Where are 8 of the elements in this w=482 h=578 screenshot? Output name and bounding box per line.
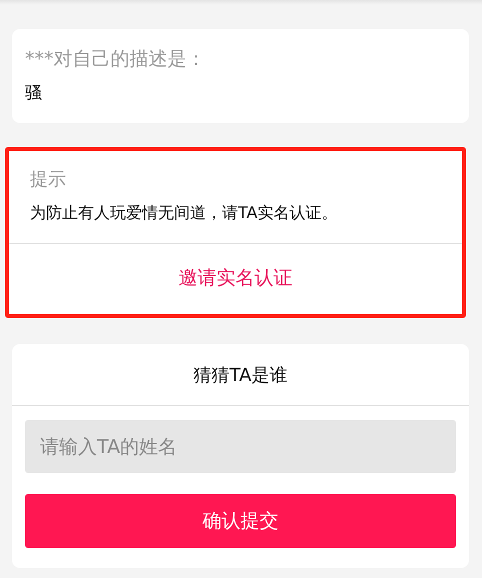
notice-message: 为防止有人玩爱情无间道，请TA实名认证。: [30, 202, 338, 224]
name-input-field[interactable]: 请输入TA的姓名: [25, 420, 456, 473]
submit-button[interactable]: 确认提交: [25, 494, 456, 548]
description-text: 骚: [25, 82, 43, 105]
description-label: ***对自己的描述是：: [25, 47, 206, 72]
invite-verification-link[interactable]: 邀请实名认证: [178, 265, 292, 291]
guess-title: 猜猜TA是谁: [192, 364, 288, 388]
notice-title: 提示: [30, 168, 67, 192]
